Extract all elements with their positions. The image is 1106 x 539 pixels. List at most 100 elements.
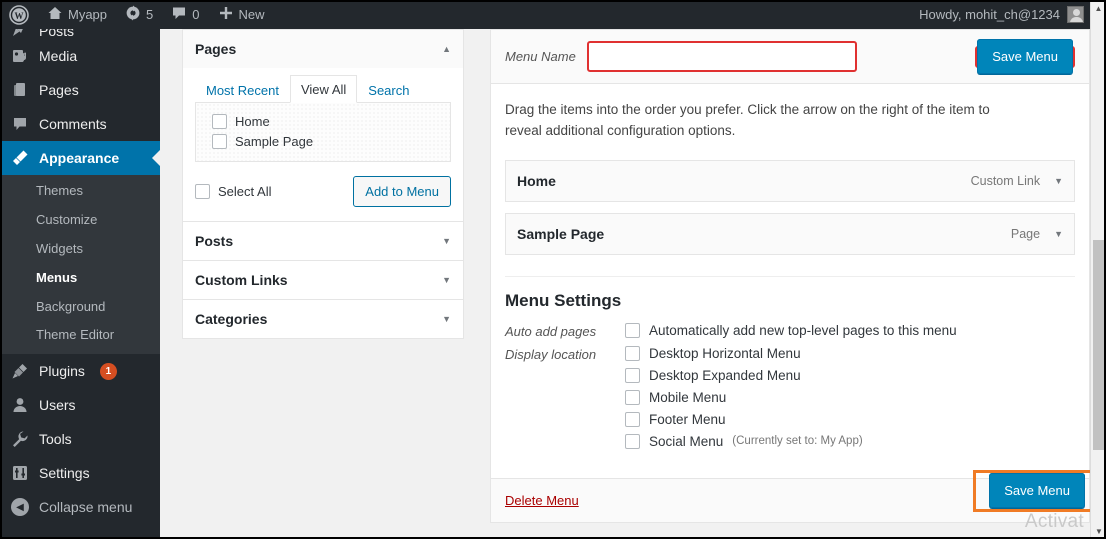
chevron-down-icon[interactable]: ▼ (442, 236, 451, 246)
add-menu-items-column: Pages ▲ Most Recent View All Search Home (182, 29, 464, 339)
option-footer-menu[interactable]: Footer Menu (625, 411, 863, 427)
sidebar-item-tools[interactable]: Tools (0, 422, 160, 456)
browser-scrollbar[interactable]: ▲ ▼ (1090, 0, 1106, 539)
sidebar-item-settings[interactable]: Settings (0, 456, 160, 490)
option-label: Mobile Menu (649, 389, 727, 405)
accordion-header-categories[interactable]: Categories ▼ (183, 300, 463, 338)
submenu-item-widgets[interactable]: Widgets (0, 235, 160, 264)
save-menu-button-bottom[interactable]: Save Menu (989, 472, 1085, 508)
option-label: Desktop Expanded Menu (649, 367, 801, 383)
site-name-menu[interactable]: Myapp (38, 0, 116, 29)
checkbox-mobile-menu[interactable] (625, 389, 640, 405)
scroll-down-arrow-icon[interactable]: ▼ (1091, 523, 1106, 539)
list-item[interactable]: Home (206, 112, 440, 132)
auto-add-pages-label: Auto add pages (505, 323, 597, 339)
menu-editor-footer: Delete Menu Save Menu (491, 469, 1101, 522)
sidebar-item-label: Settings (39, 465, 90, 482)
accordion-title-categories: Categories (195, 311, 268, 327)
accordion-body-pages: Most Recent View All Search Home Sample … (183, 68, 463, 221)
updates-count: 5 (146, 7, 154, 22)
pin-icon (10, 29, 30, 39)
checkbox-select-all[interactable] (195, 183, 210, 199)
sidebar-item-plugins[interactable]: Plugins 1 (0, 354, 160, 388)
accordion-panel-custom-links[interactable]: Custom Links ▼ (182, 260, 464, 300)
option-social-menu[interactable]: Social Menu (Currently set to: My App) (625, 433, 863, 449)
comments-icon (10, 114, 30, 134)
menu-editor-column: Menu Name Save Menu Drag the items into … (490, 29, 1101, 523)
collapse-menu-label: Collapse menu (39, 499, 133, 516)
tab-view-all[interactable]: View All (289, 75, 358, 103)
submenu-item-background[interactable]: Background (0, 293, 160, 322)
option-desktop-horizontal-menu[interactable]: Desktop Horizontal Menu (625, 345, 863, 361)
delete-menu-link[interactable]: Delete Menu (505, 493, 579, 508)
checkbox-page-sample-page[interactable] (212, 134, 227, 149)
sidebar-item-media[interactable]: Media (0, 39, 160, 73)
new-content-menu[interactable]: New (209, 0, 274, 29)
menu-name-row: Menu Name Save Menu (491, 30, 1089, 84)
sidebar-item-appearance[interactable]: Appearance (0, 141, 160, 175)
my-account-menu[interactable]: Howdy, mohit_ch@1234 (919, 6, 1090, 23)
sidebar-item-label: Posts (39, 29, 75, 39)
scroll-up-arrow-icon[interactable]: ▲ (1091, 0, 1106, 16)
chevron-down-icon[interactable]: ▼ (442, 314, 451, 324)
save-menu-top-highlight: Save Menu (975, 38, 1075, 74)
option-mobile-menu[interactable]: Mobile Menu (625, 389, 863, 405)
tab-search[interactable]: Search (357, 76, 420, 103)
wrench-icon (10, 429, 30, 449)
sidebar-item-comments[interactable]: Comments (0, 107, 160, 141)
social-menu-note: (Currently set to: My App) (732, 435, 863, 448)
updates-icon (125, 5, 141, 24)
menu-settings-section: Menu Settings Auto add pages Automatical… (505, 275, 1075, 464)
option-desktop-expanded-menu[interactable]: Desktop Expanded Menu (625, 367, 863, 383)
avatar (1067, 6, 1084, 23)
settings-icon (10, 463, 30, 483)
tab-most-recent[interactable]: Most Recent (195, 76, 290, 103)
sidebar-item-pages[interactable]: Pages (0, 73, 160, 107)
collapse-menu-button[interactable]: ◀ Collapse menu (0, 490, 160, 524)
accordion-header-custom-links[interactable]: Custom Links ▼ (183, 261, 463, 299)
menu-item-row[interactable]: Sample Page Page ▼ (505, 212, 1075, 255)
sidebar-item-posts[interactable]: Posts (0, 29, 160, 39)
accordion-panel-categories[interactable]: Categories ▼ (182, 299, 464, 339)
save-menu-button-top[interactable]: Save Menu (977, 38, 1073, 74)
accordion-header-pages[interactable]: Pages ▲ (183, 30, 463, 68)
menu-name-input[interactable] (587, 41, 857, 72)
sidebar-item-users[interactable]: Users (0, 388, 160, 422)
svg-text:W: W (15, 11, 24, 21)
submenu-item-themes[interactable]: Themes (0, 177, 160, 206)
accordion-panel-posts[interactable]: Posts ▼ (182, 221, 464, 261)
submenu-item-menus[interactable]: Menus (0, 264, 160, 293)
sidebar-item-label: Appearance (39, 150, 120, 166)
wordpress-logo-menu[interactable]: W (0, 0, 38, 29)
new-label: New (238, 7, 265, 22)
checkbox-social-menu[interactable] (625, 433, 640, 449)
menu-item-meta: Page ▼ (1011, 227, 1063, 241)
chevron-down-icon[interactable]: ▼ (1054, 229, 1063, 239)
menu-item-row[interactable]: Home Custom Link ▼ (505, 159, 1075, 202)
select-all-row[interactable]: Select All (195, 182, 271, 202)
list-item-label: Home (235, 114, 270, 129)
checkbox-auto-add-pages[interactable] (625, 322, 640, 338)
menu-editor-box: Menu Name Save Menu Drag the items into … (490, 29, 1101, 523)
comments-count: 0 (192, 7, 200, 22)
accordion-header-posts[interactable]: Posts ▼ (183, 222, 463, 260)
checkbox-desktop-expanded-menu[interactable] (625, 367, 640, 383)
scrollbar-thumb[interactable] (1093, 240, 1105, 450)
chevron-down-icon[interactable]: ▼ (442, 275, 451, 285)
updates-menu[interactable]: 5 (116, 0, 162, 29)
menu-settings-title: Menu Settings (505, 290, 622, 310)
add-to-menu-button[interactable]: Add to Menu (353, 176, 451, 207)
menu-structure-help-text: Drag the items into the order you prefer… (505, 102, 990, 138)
comments-menu[interactable]: 0 (162, 0, 208, 29)
checkbox-footer-menu[interactable] (625, 411, 640, 427)
checkbox-page-home[interactable] (212, 114, 227, 129)
chevron-up-icon[interactable]: ▲ (442, 44, 451, 54)
submenu-item-customize[interactable]: Customize (0, 206, 160, 235)
submenu-item-theme-editor[interactable]: Theme Editor (0, 321, 160, 350)
checkbox-desktop-horizontal-menu[interactable] (625, 345, 640, 361)
chevron-down-icon[interactable]: ▼ (1054, 176, 1063, 186)
home-icon (47, 5, 63, 24)
save-menu-bottom-highlight: Save Menu (973, 469, 1101, 512)
list-item[interactable]: Sample Page (206, 132, 440, 152)
auto-add-pages-option[interactable]: Automatically add new top-level pages to… (625, 322, 957, 338)
